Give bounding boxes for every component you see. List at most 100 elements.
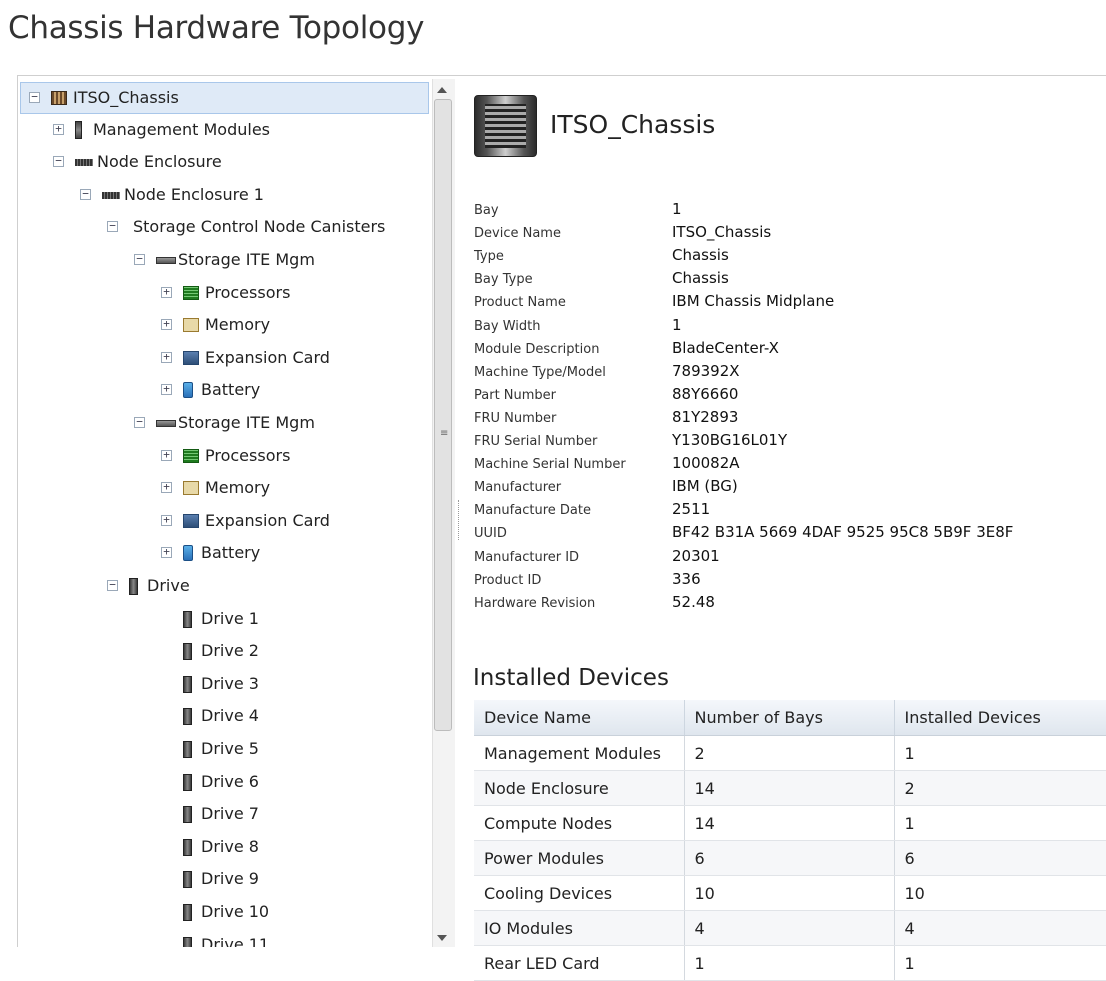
tree-item[interactable]: − Storage ITE Mgm: [18, 245, 428, 275]
tree-item-label: Processors: [205, 445, 291, 465]
table-cell: 4: [894, 910, 1106, 946]
tree-item-label: Expansion Card: [205, 347, 330, 367]
property-value: ITSO_Chassis: [672, 223, 772, 242]
tree-item[interactable]: + Expansion Card: [18, 506, 428, 536]
table-cell: 1: [894, 735, 1106, 771]
drive-icon: [183, 838, 192, 856]
property-value: Y130BG16L01Y: [672, 431, 788, 449]
expand-icon[interactable]: +: [161, 514, 172, 526]
table-row[interactable]: Rear LED Card 1 1: [474, 945, 1106, 981]
tree-item[interactable]: Drive 2: [18, 636, 428, 666]
tree-item-label: Storage ITE Mgm: [178, 250, 315, 269]
tree-item[interactable]: + Processors: [18, 441, 428, 471]
tree-item-label: Drive 9: [201, 869, 259, 889]
pane-splitter[interactable]: [458, 500, 461, 540]
management-module-icon: [75, 120, 82, 139]
property-key: Bay Type: [474, 272, 533, 288]
property-key: Manufacturer: [474, 480, 562, 496]
column-header[interactable]: Number of Bays: [684, 700, 895, 736]
collapse-icon[interactable]: −: [53, 155, 64, 168]
table-row[interactable]: Compute Nodes 14 1: [474, 805, 1106, 841]
tree-item[interactable]: Drive 9: [18, 864, 428, 894]
battery-icon: [183, 545, 193, 562]
drive-icon: [183, 936, 192, 947]
scroll-down-arrow-icon[interactable]: [437, 935, 447, 941]
tree-item[interactable]: Drive 1: [18, 604, 428, 634]
collapse-icon[interactable]: −: [107, 579, 118, 591]
table-cell: IO Modules: [474, 910, 685, 946]
tree-item-label: Processors: [205, 282, 291, 302]
property-value: 1: [672, 200, 682, 218]
collapse-icon[interactable]: −: [134, 253, 145, 265]
table-cell: Cooling Devices: [474, 875, 685, 911]
property-key: Type: [474, 249, 504, 265]
tree-item[interactable]: + Management Modules: [18, 115, 428, 145]
tree-item[interactable]: + Battery: [18, 375, 428, 405]
tree-item[interactable]: − Node Enclosure: [18, 147, 428, 177]
tree-item-label: ITSO_Chassis: [73, 88, 179, 107]
table-row[interactable]: Management Modules 2 1: [474, 735, 1106, 771]
expand-icon[interactable]: +: [161, 481, 172, 494]
table-row[interactable]: Power Modules 6 6: [474, 840, 1106, 876]
property-value: 88Y6660: [672, 384, 739, 403]
scrollbar-thumb[interactable]: ≡: [434, 99, 452, 731]
tree-item[interactable]: − Storage ITE Mgm: [18, 408, 428, 438]
tree-item[interactable]: Drive 8: [18, 832, 428, 862]
tree-item[interactable]: Drive 10: [18, 897, 428, 927]
tree-item-label: Storage ITE Mgm: [178, 413, 315, 432]
expand-icon[interactable]: +: [161, 318, 172, 331]
tree-item[interactable]: + Processors: [18, 278, 428, 308]
property-key: Manufacturer ID: [474, 549, 580, 565]
tree-item[interactable]: + Memory: [18, 473, 428, 503]
tree-item[interactable]: − Drive: [18, 571, 428, 601]
tree-item[interactable]: + Memory: [18, 310, 428, 340]
property-key: Bay Width: [474, 318, 541, 334]
table-cell: Node Enclosure: [474, 770, 685, 806]
collapse-icon[interactable]: −: [107, 220, 118, 233]
tree-item[interactable]: Drive 5: [18, 734, 428, 764]
table-cell: 10: [894, 875, 1106, 911]
expand-icon[interactable]: +: [161, 351, 172, 363]
table-row[interactable]: IO Modules 4 4: [474, 910, 1106, 946]
table-cell: 14: [684, 770, 895, 806]
drive-icon: [183, 806, 192, 824]
tree-item[interactable]: + Expansion Card: [18, 343, 428, 373]
processor-icon: [183, 285, 199, 300]
tree-item[interactable]: Drive 4: [18, 701, 428, 731]
expand-icon[interactable]: +: [161, 449, 172, 461]
table-row[interactable]: Node Enclosure 14 2: [474, 770, 1106, 806]
table-cell: Power Modules: [474, 840, 685, 876]
tree-item[interactable]: Drive 7: [18, 799, 428, 829]
column-header[interactable]: Installed Devices: [894, 700, 1106, 736]
tree-item[interactable]: − Storage Control Node Canisters: [18, 212, 428, 242]
storage-node-icon: [156, 257, 176, 264]
property-key: Bay: [474, 203, 499, 218]
expand-icon[interactable]: +: [161, 546, 172, 559]
installed-devices-table: Device Name Number of Bays Installed Devic…: [474, 700, 1106, 981]
tree-item[interactable]: Drive 6: [18, 767, 428, 797]
tree-item[interactable]: + Battery: [18, 538, 428, 568]
drive-icon: [183, 708, 192, 726]
tree-item-label: Drive 6: [201, 771, 259, 791]
tree-item[interactable]: − ITSO_Chassis: [20, 82, 429, 114]
table-row[interactable]: Cooling Devices 10 10: [474, 875, 1106, 911]
expansion-card-icon: [183, 513, 199, 528]
topology-tree: − ITSO_Chassis + Management Modules − Node En…: [18, 76, 431, 947]
property-value: BF42 B31A 5669 4DAF 9525 95C8 5B9F 3E8F: [672, 523, 1014, 542]
expand-icon[interactable]: +: [161, 383, 172, 396]
tree-item[interactable]: − Node Enclosure 1: [18, 180, 428, 210]
scroll-up-arrow-icon[interactable]: [437, 87, 447, 93]
tree-scrollbar[interactable]: ≡: [432, 79, 455, 947]
property-value: 81Y2893: [672, 407, 739, 426]
expand-icon[interactable]: +: [161, 286, 172, 298]
collapse-icon[interactable]: −: [80, 188, 91, 200]
table-cell: 6: [684, 840, 895, 876]
expand-icon[interactable]: +: [53, 123, 64, 135]
collapse-icon[interactable]: −: [134, 416, 145, 428]
tree-item[interactable]: Drive 11: [18, 930, 428, 947]
collapse-icon[interactable]: −: [29, 91, 40, 103]
tree-item-label: Drive: [147, 576, 190, 595]
column-header[interactable]: Device Name: [474, 700, 685, 736]
tree-item[interactable]: Drive 3: [18, 669, 428, 699]
tree-item-label: Storage Control Node Canisters: [133, 217, 386, 237]
